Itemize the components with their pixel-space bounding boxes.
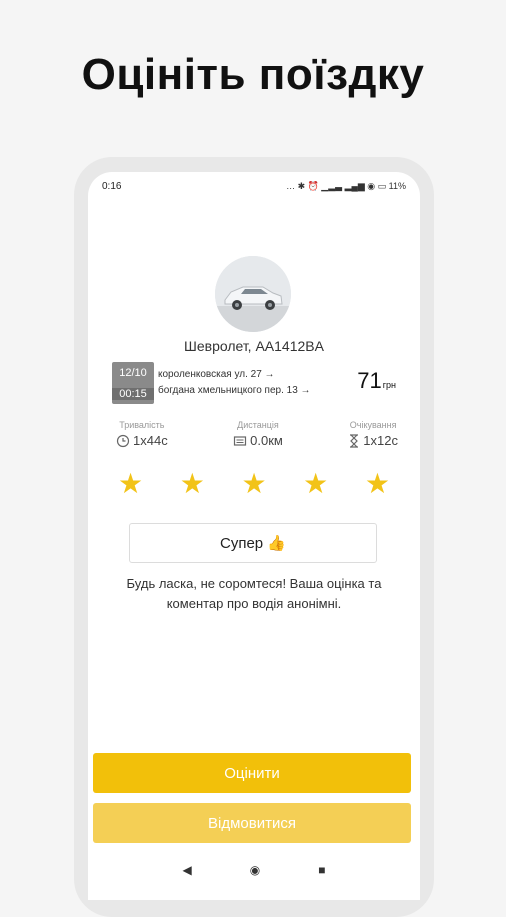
back-icon[interactable]: ◀ (183, 863, 192, 877)
stat-distance-value: 0.0км (250, 433, 283, 448)
car-name: Шевролет, AA1412BA (184, 338, 324, 354)
stat-duration-row: 1x44c (116, 433, 168, 448)
stat-distance-label: Дистанція (237, 420, 279, 430)
trip-time: 00:15 (112, 387, 154, 400)
status-bar: 0:16 … ✱ ⏰ ▁▂▃ ▂▄▆ ◉ ▭ 11% (88, 172, 420, 200)
route-to: богдана хмельницкого пер. 13 → (158, 383, 311, 399)
phone-screen: 0:16 … ✱ ⏰ ▁▂▃ ▂▄▆ ◉ ▭ 11% Шевролет, AA1… (88, 172, 420, 900)
stat-duration-value: 1x44c (133, 433, 168, 448)
stat-waiting-row: 1x12c (348, 433, 398, 448)
home-icon[interactable]: ◉ (250, 863, 260, 877)
stat-waiting-value: 1x12c (363, 433, 398, 448)
stat-distance-row: 0.0км (233, 433, 283, 448)
odometer-icon (234, 435, 247, 446)
price-currency: грн (382, 380, 396, 390)
rating-stars: ★ ★ ★ ★ ★ (118, 469, 390, 499)
star-3-icon[interactable]: ★ (241, 469, 266, 499)
route-from: короленковская ул. 27 → (158, 367, 311, 383)
decline-button[interactable]: Відмовитися (93, 803, 411, 843)
rate-button[interactable]: Оцінити (93, 753, 411, 793)
route-arrow-icon: → (264, 369, 275, 380)
recents-icon[interactable]: ■ (318, 863, 325, 877)
feedback-chip[interactable]: Супер 👍 (129, 523, 377, 563)
trip-price: 71грн (357, 368, 396, 394)
trip-stats: Тривалість 1x44c Дистанція 0.0км Очікува… (116, 420, 398, 448)
stat-waiting-label: Очікування (349, 420, 397, 430)
status-icons: … ✱ ⏰ ▁▂▃ ▂▄▆ ◉ ▭ 11% (286, 180, 406, 191)
hourglass-icon (350, 433, 359, 448)
stat-duration: Тривалість 1x44c (116, 420, 168, 448)
trip-date: 12/10 (119, 366, 147, 379)
clock-icon (116, 434, 130, 447)
trip-datetime: 12/10 00:15 (112, 362, 154, 404)
status-time: 0:16 (102, 180, 122, 192)
android-nav-bar: ◀ ◉ ■ (88, 858, 420, 882)
stat-waiting: Очікування 1x12c (348, 420, 398, 448)
price-value: 71 (357, 368, 382, 393)
trip-route: короленковская ул. 27 → богдана хмельниц… (158, 367, 311, 399)
car-avatar (215, 256, 291, 332)
stat-duration-label: Тривалість (119, 420, 165, 430)
route-from-text: короленковская ул. 27 (158, 369, 262, 380)
star-5-icon[interactable]: ★ (365, 469, 390, 499)
route-arrow-icon: → (300, 385, 311, 396)
route-to-text: богдана хмельницкого пер. 13 (158, 385, 298, 396)
star-4-icon[interactable]: ★ (303, 469, 328, 499)
trip-summary: 12/10 00:15 короленковская ул. 27 → богд… (112, 362, 402, 404)
page-headline: Оцініть поїздку (81, 50, 425, 99)
star-1-icon[interactable]: ★ (118, 469, 143, 499)
star-2-icon[interactable]: ★ (180, 469, 205, 499)
car-photo-icon (215, 256, 291, 332)
stat-distance: Дистанція 0.0км (233, 420, 283, 448)
anonymity-note: Будь ласка, не соромтеся! Ваша оцінка та… (126, 576, 382, 611)
